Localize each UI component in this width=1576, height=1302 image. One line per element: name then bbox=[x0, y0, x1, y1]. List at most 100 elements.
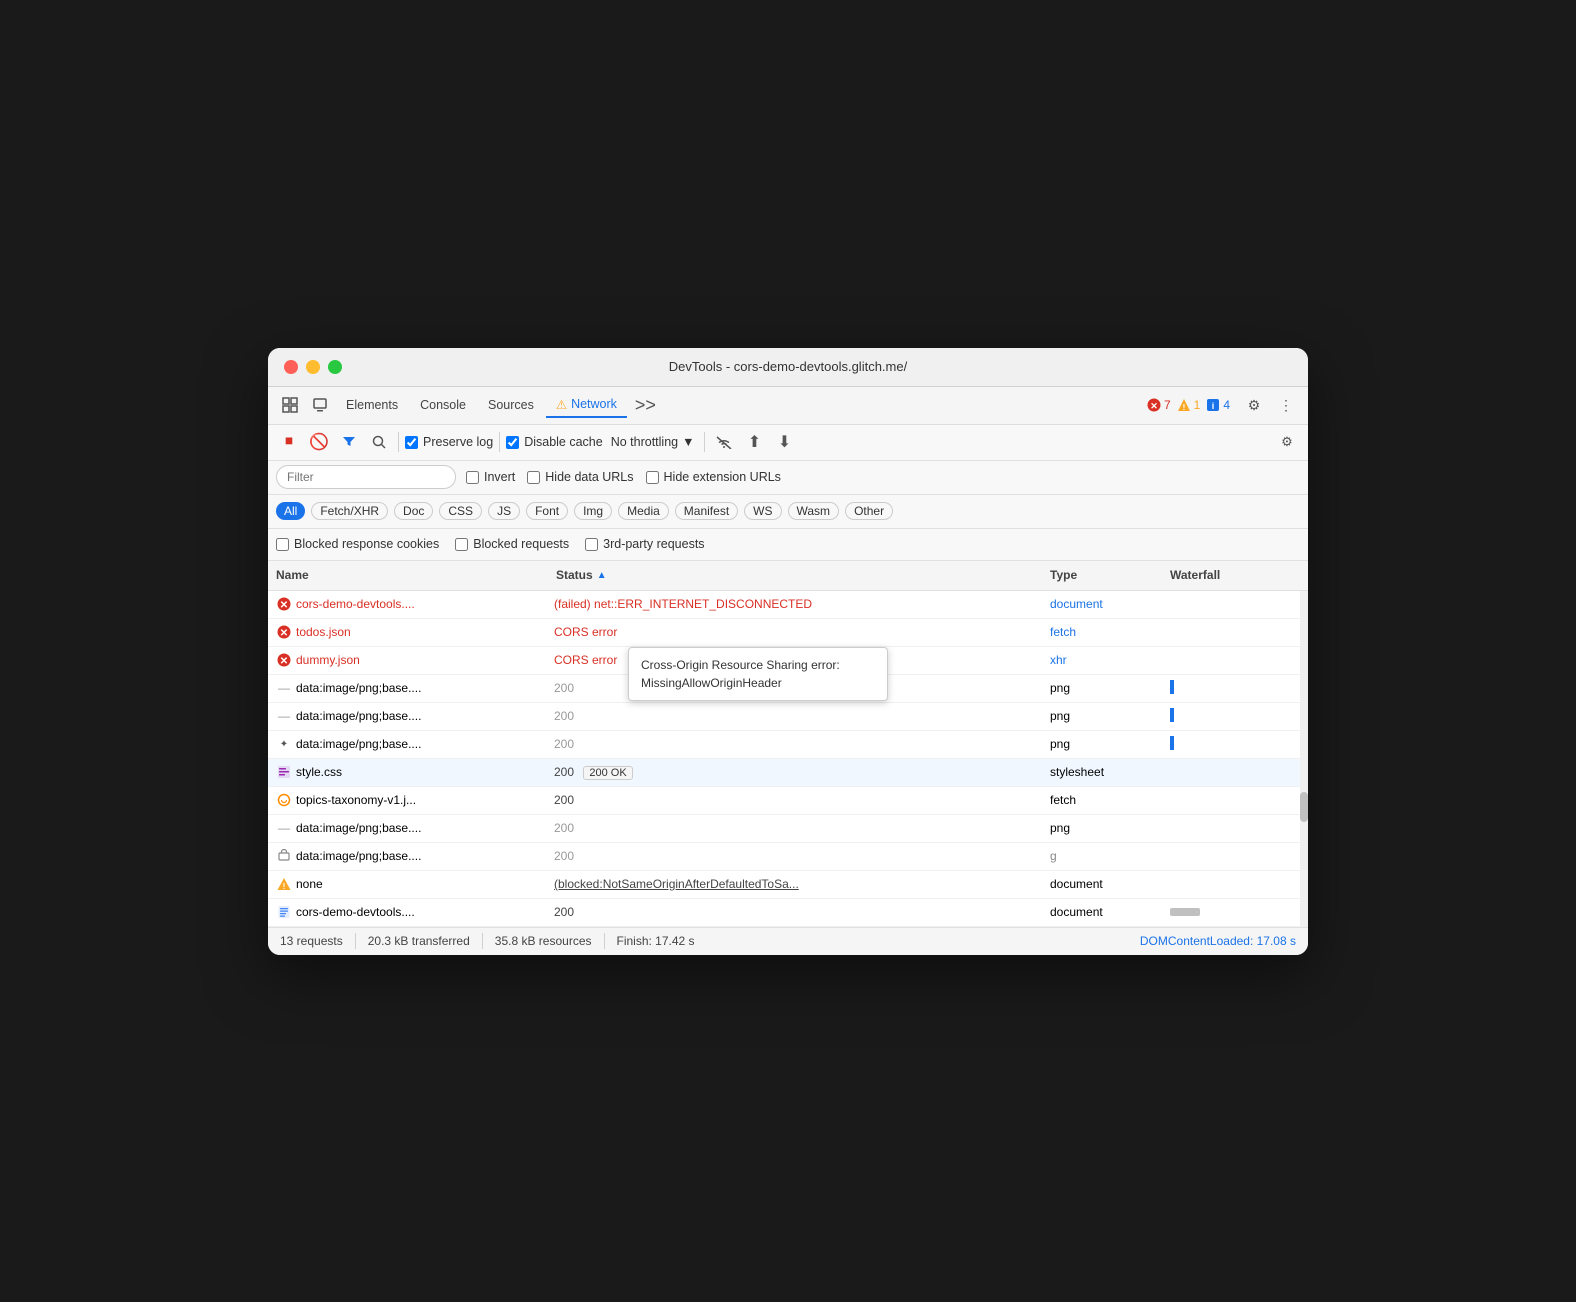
table-row[interactable]: — data:image/png;base.... 200 png bbox=[268, 815, 1308, 843]
table-row[interactable]: ✕ dummy.json CORS error xhr bbox=[268, 647, 1308, 675]
header-status[interactable]: Status ▲ bbox=[556, 568, 1050, 582]
blocked-icon bbox=[276, 848, 292, 864]
table-row[interactable]: ✦ data:image/png;base.... 200 png bbox=[268, 731, 1308, 759]
row-type: document bbox=[1050, 597, 1170, 611]
row-status: CORS error bbox=[554, 625, 1050, 639]
inspect-icon[interactable] bbox=[276, 391, 304, 419]
preserve-log-checkbox[interactable]: Preserve log bbox=[405, 435, 493, 449]
type-btn-manifest[interactable]: Manifest bbox=[675, 502, 738, 520]
svg-text:✕: ✕ bbox=[280, 600, 288, 611]
row-status: 200 bbox=[554, 905, 1050, 919]
row-name: topics-taxonomy-v1.j... bbox=[296, 793, 554, 807]
row-type: g bbox=[1050, 849, 1170, 863]
dash-icon: — bbox=[276, 708, 292, 724]
download-icon[interactable]: ⬇ bbox=[771, 429, 797, 455]
row-type: fetch bbox=[1050, 625, 1170, 639]
type-btn-js[interactable]: JS bbox=[488, 502, 520, 520]
blocked-cookies-checkbox[interactable]: Blocked response cookies bbox=[276, 537, 439, 551]
row-type: document bbox=[1050, 905, 1170, 919]
error-icon: ✕ bbox=[276, 652, 292, 668]
dash-icon: — bbox=[276, 820, 292, 836]
filter-toggle-button[interactable] bbox=[336, 429, 362, 455]
table-header: Name Status ▲ Type Waterfall bbox=[268, 561, 1308, 591]
special-icon: ✦ bbox=[276, 736, 292, 752]
hide-ext-urls-checkbox[interactable]: Hide extension URLs bbox=[646, 470, 781, 484]
table-row[interactable]: ✕ cors-demo-devtools.... (failed) net::E… bbox=[268, 591, 1308, 619]
row-type: xhr bbox=[1050, 653, 1170, 667]
doc-icon bbox=[276, 904, 292, 920]
error-icon: ✕ bbox=[276, 596, 292, 612]
table-row[interactable]: ✕ todos.json CORS error fetch Cross-Orig… bbox=[268, 619, 1308, 647]
type-btn-doc[interactable]: Doc bbox=[394, 502, 433, 520]
maximize-button[interactable] bbox=[328, 360, 342, 374]
table-row[interactable]: ! none (blocked:NotSameOriginAfterDefaul… bbox=[268, 871, 1308, 899]
header-waterfall[interactable]: Waterfall bbox=[1170, 568, 1300, 582]
type-btn-css[interactable]: CSS bbox=[439, 502, 482, 520]
filter-input[interactable] bbox=[276, 465, 456, 489]
type-btn-fetch[interactable]: Fetch/XHR bbox=[311, 502, 388, 520]
header-name[interactable]: Name bbox=[276, 568, 556, 582]
menu-icon[interactable]: ⋮ bbox=[1272, 391, 1300, 419]
dash-icon: — bbox=[276, 680, 292, 696]
type-btn-wasm[interactable]: Wasm bbox=[788, 502, 840, 520]
table-row[interactable]: style.css 200 200 OK stylesheet bbox=[268, 759, 1308, 787]
type-btn-media[interactable]: Media bbox=[618, 502, 669, 520]
toolbar: ⏹ 🚫 Preserve log Disable cache No thrott… bbox=[268, 425, 1308, 461]
type-btn-img[interactable]: Img bbox=[574, 502, 612, 520]
row-status: 200 200 OK bbox=[554, 765, 1050, 780]
table-row[interactable]: cors-demo-devtools.... 200 document bbox=[268, 899, 1308, 927]
status-sep-1 bbox=[355, 933, 356, 949]
row-type: fetch bbox=[1050, 793, 1170, 807]
close-button[interactable] bbox=[284, 360, 298, 374]
scrollbar-thumb[interactable] bbox=[1300, 792, 1308, 822]
row-status: CORS error bbox=[554, 653, 1050, 667]
domcontentloaded-time: DOMContentLoaded: 17.08 s bbox=[1140, 934, 1296, 948]
row-name: data:image/png;base.... bbox=[296, 737, 554, 751]
search-button[interactable] bbox=[366, 429, 392, 455]
table-row[interactable]: data:image/png;base.... 200 g This reque… bbox=[268, 843, 1308, 871]
tab-console[interactable]: Console bbox=[410, 394, 476, 416]
throttle-select[interactable]: No throttling ▼ bbox=[607, 433, 699, 451]
window-title: DevTools - cors-demo-devtools.glitch.me/ bbox=[669, 359, 907, 374]
block-filter-bar: Blocked response cookies Blocked request… bbox=[268, 529, 1308, 561]
row-type: png bbox=[1050, 681, 1170, 695]
status-sep-3 bbox=[604, 933, 605, 949]
row-status: 200 bbox=[554, 849, 1050, 863]
settings-icon[interactable]: ⚙ bbox=[1240, 391, 1268, 419]
type-btn-font[interactable]: Font bbox=[526, 502, 568, 520]
hide-data-urls-checkbox[interactable]: Hide data URLs bbox=[527, 470, 633, 484]
device-icon[interactable] bbox=[306, 391, 334, 419]
scrollbar-track[interactable] bbox=[1300, 591, 1308, 927]
clear-button[interactable]: 🚫 bbox=[306, 429, 332, 455]
type-btn-all[interactable]: All bbox=[276, 502, 305, 520]
more-tabs[interactable]: >> bbox=[629, 395, 662, 416]
disable-cache-checkbox[interactable]: Disable cache bbox=[506, 435, 603, 449]
svg-text:!: ! bbox=[1182, 403, 1185, 412]
header-type[interactable]: Type bbox=[1050, 568, 1170, 582]
row-status: (failed) net::ERR_INTERNET_DISCONNECTED bbox=[554, 597, 1050, 611]
row-waterfall bbox=[1170, 905, 1300, 919]
table-row[interactable]: — data:image/png;base.... 200 png bbox=[268, 675, 1308, 703]
type-btn-ws[interactable]: WS bbox=[744, 502, 781, 520]
error-icon: ✕ bbox=[276, 624, 292, 640]
table-row[interactable]: — data:image/png;base.... 200 png bbox=[268, 703, 1308, 731]
traffic-lights bbox=[284, 360, 342, 374]
type-btn-other[interactable]: Other bbox=[845, 502, 893, 520]
tab-sources[interactable]: Sources bbox=[478, 394, 544, 416]
row-type: document bbox=[1050, 877, 1170, 891]
upload-icon[interactable]: ⬆ bbox=[741, 429, 767, 455]
tab-elements[interactable]: Elements bbox=[336, 394, 408, 416]
row-status: 200 bbox=[554, 793, 1050, 807]
wifi-icon[interactable] bbox=[711, 429, 737, 455]
row-status: 200 bbox=[554, 737, 1050, 751]
row-name: data:image/png;base.... bbox=[296, 709, 554, 723]
tab-network[interactable]: ⚠ Network bbox=[546, 393, 627, 418]
svg-text:!: ! bbox=[283, 882, 286, 891]
minimize-button[interactable] bbox=[306, 360, 320, 374]
network-settings-icon[interactable]: ⚙ bbox=[1274, 429, 1300, 455]
blocked-requests-checkbox[interactable]: Blocked requests bbox=[455, 537, 569, 551]
table-row[interactable]: topics-taxonomy-v1.j... 200 fetch bbox=[268, 787, 1308, 815]
invert-checkbox[interactable]: Invert bbox=[466, 470, 515, 484]
stop-recording-button[interactable]: ⏹ bbox=[276, 429, 302, 455]
third-party-checkbox[interactable]: 3rd-party requests bbox=[585, 537, 704, 551]
